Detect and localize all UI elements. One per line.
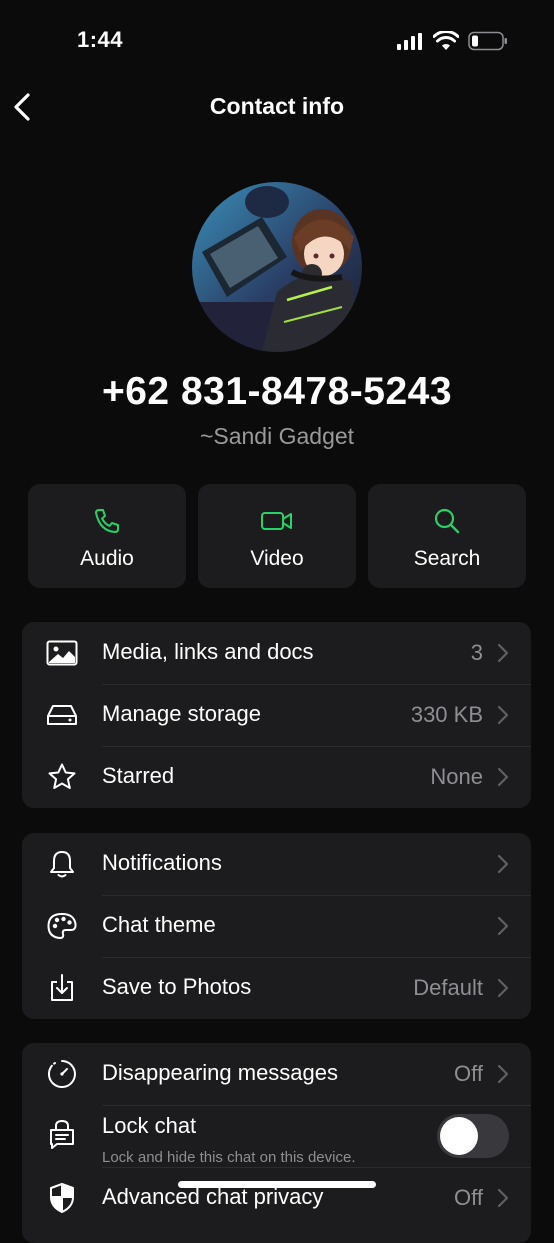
storage-icon (47, 705, 77, 725)
battery-icon (468, 31, 507, 51)
chevron-right-icon (497, 1188, 509, 1208)
row-sublabel: Lock and hide this chat on this device. (102, 1149, 356, 1166)
row-value: Default (413, 975, 483, 1000)
disappearing-messages-row[interactable]: Disappearing messages Off (22, 1043, 531, 1105)
row-label: Chat theme (102, 912, 216, 937)
row-label: Save to Photos (102, 974, 252, 999)
chevron-right-icon (497, 705, 509, 725)
search-label: Search (413, 547, 481, 570)
row-label: Starred (102, 763, 175, 788)
lock-chat-icon (50, 1119, 74, 1149)
chevron-right-icon (497, 978, 509, 998)
media-links-docs-row[interactable]: Media, links and docs 3 (22, 622, 531, 684)
lock-chat-row: Lock chat Lock and hide this chat on thi… (22, 1105, 531, 1167)
page-title: Contact info (209, 93, 345, 119)
save-to-photos-row[interactable]: Save to Photos Default (22, 957, 531, 1019)
video-call-button[interactable]: Video (198, 484, 356, 588)
row-value: 3 (470, 640, 483, 665)
row-label: Disappearing messages (102, 1060, 339, 1085)
row-label: Media, links and docs (102, 639, 314, 664)
row-label: Lock chat (102, 1113, 197, 1138)
search-button[interactable]: Search (368, 484, 526, 588)
palette-icon (47, 913, 77, 939)
row-value: None (430, 764, 483, 789)
chevron-right-icon (497, 854, 509, 874)
video-icon (261, 512, 292, 530)
save-download-icon (51, 974, 73, 1001)
star-icon (48, 763, 76, 789)
wifi-icon (433, 31, 459, 50)
chevron-right-icon (497, 1064, 509, 1084)
avatar[interactable] (192, 182, 362, 352)
contact-display-name: ~Sandi Gadget (199, 423, 355, 449)
chat-settings-group: Notifications Chat theme Save to Photos (22, 833, 531, 1019)
manage-storage-row[interactable]: Manage storage 330 KB (22, 684, 531, 746)
bell-icon (50, 851, 74, 878)
phone-icon (95, 509, 119, 533)
timer-icon (48, 1060, 76, 1088)
chat-theme-row[interactable]: Chat theme (22, 895, 531, 957)
notifications-row[interactable]: Notifications (22, 833, 531, 895)
row-label: Notifications (102, 850, 222, 875)
audio-call-button[interactable]: Audio (28, 484, 186, 588)
cellular-signal-icon (397, 33, 422, 50)
home-indicator[interactable] (178, 1181, 376, 1188)
advanced-chat-privacy-row[interactable]: Advanced chat privacy Off (22, 1167, 531, 1229)
chevron-right-icon (497, 643, 509, 663)
image-icon (46, 640, 78, 666)
shield-icon (50, 1183, 74, 1213)
row-value: Off (454, 1061, 483, 1086)
chevron-right-icon (497, 767, 509, 787)
privacy-group: Disappearing messages Off Lock chat Lock… (22, 1043, 531, 1243)
chevron-right-icon (497, 916, 509, 936)
search-icon (434, 508, 460, 534)
lock-chat-toggle[interactable] (437, 1114, 509, 1158)
status-time: 1:44 (77, 27, 124, 52)
toggle-knob (440, 1117, 478, 1155)
row-value: Off (454, 1185, 483, 1210)
row-label: Manage storage (102, 701, 261, 726)
audio-label: Audio (80, 547, 134, 570)
contact-phone-number: +62 831-8478-5243 (101, 370, 453, 413)
video-label: Video (250, 547, 304, 570)
media-storage-group: Media, links and docs 3 Manage storage 3… (22, 622, 531, 808)
starred-row[interactable]: Starred None (22, 746, 531, 808)
row-value: 330 KB (410, 702, 483, 727)
